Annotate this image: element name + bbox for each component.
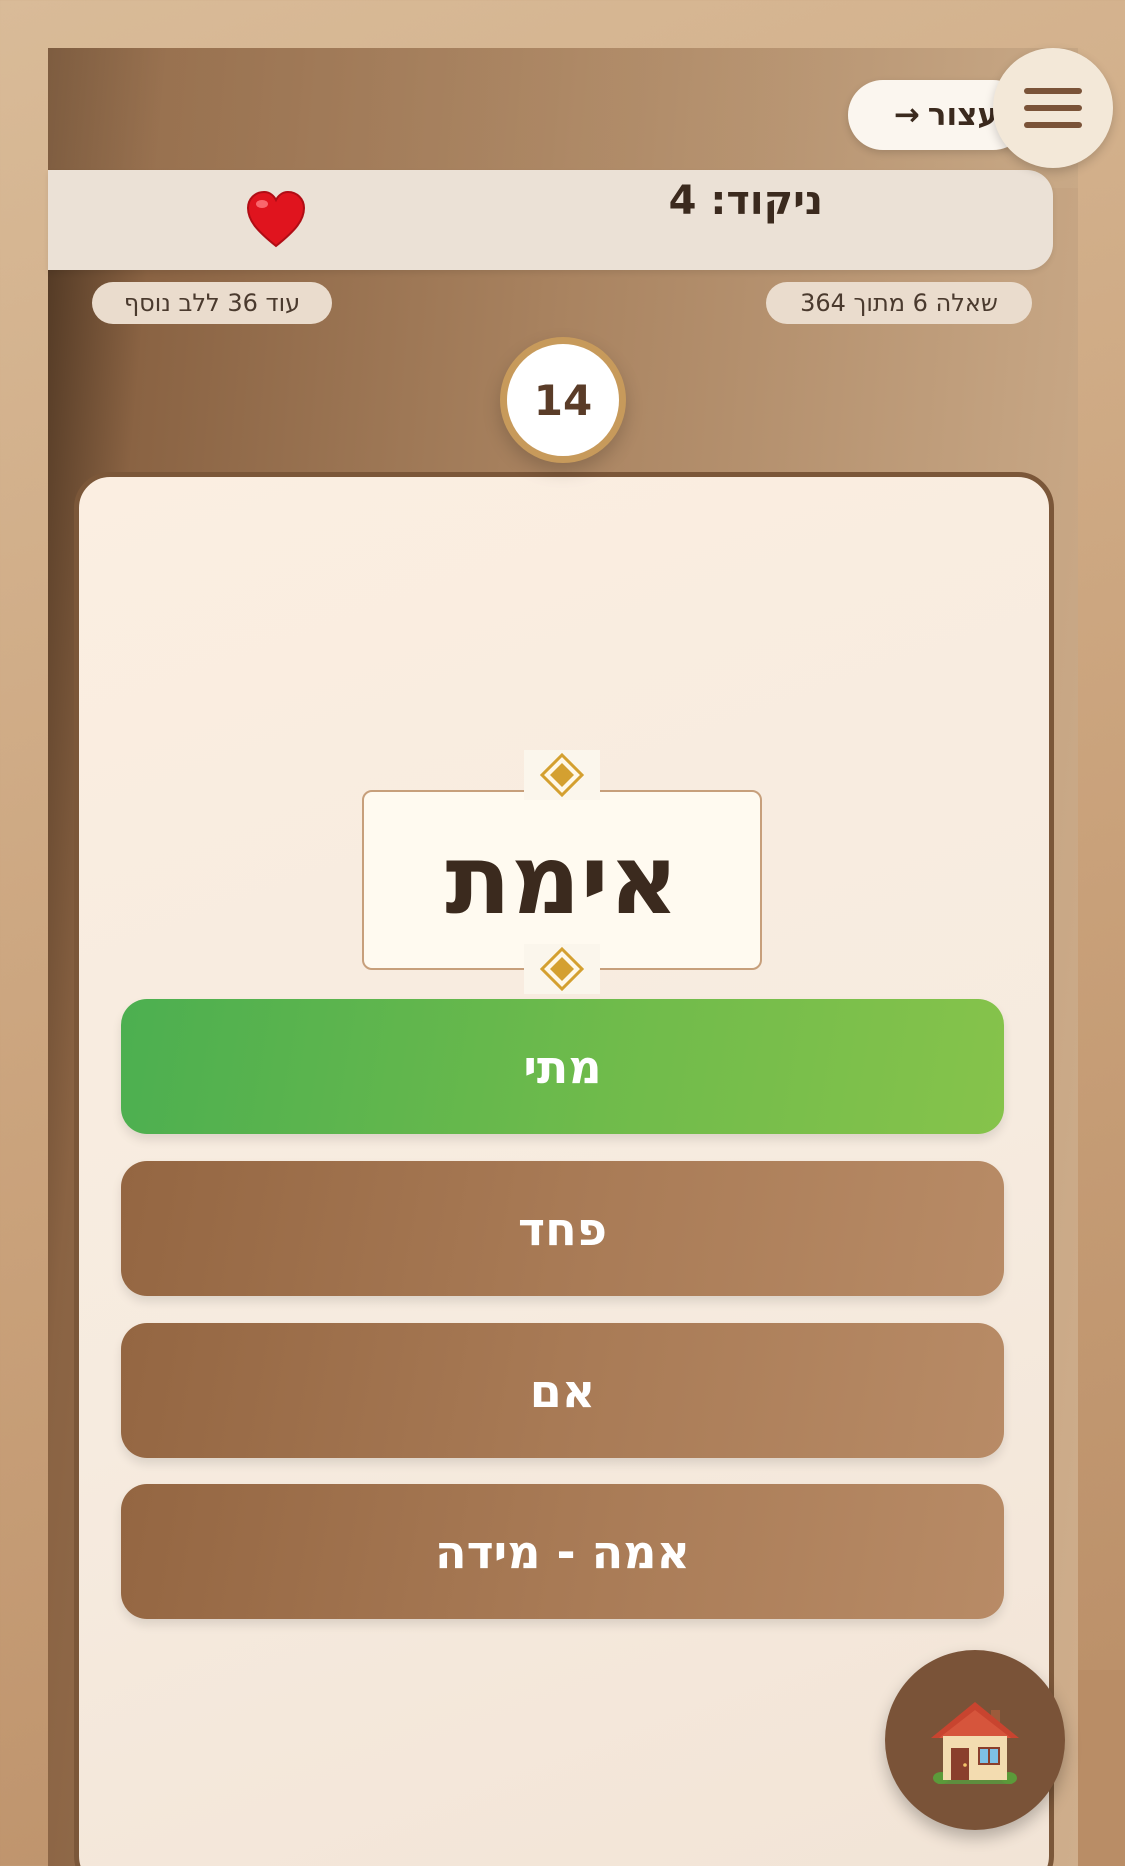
diamond-icon [540,753,584,797]
heart-icon [246,190,306,248]
house-icon [931,1702,1019,1784]
arrow-icon: → [893,97,920,133]
score-text: ניקוד: 4 [668,178,823,224]
answer-button-4[interactable]: אמה - מידה [121,1484,1004,1619]
ornament-top [524,750,600,800]
hamburger-icon [1024,88,1082,128]
diamond-icon [540,947,584,991]
background-strip [1078,1670,1125,1866]
home-button[interactable] [885,1650,1065,1830]
score-bar: ניקוד: 4 [48,170,1053,270]
menu-button[interactable] [993,48,1113,168]
answer-button-2[interactable]: פחד [121,1161,1004,1296]
pause-label: עצור [927,97,998,133]
question-word: אימת [362,790,762,970]
answer-button-3[interactable]: אם [121,1323,1004,1458]
next-life-badge: עוד 36 ללב נוסף [92,282,332,324]
ornament-bottom [524,944,600,994]
question-counter: שאלה 6 מתוך 364 [766,282,1032,324]
timer: 14 [500,337,626,463]
answer-button-1[interactable]: מתי [121,999,1004,1134]
